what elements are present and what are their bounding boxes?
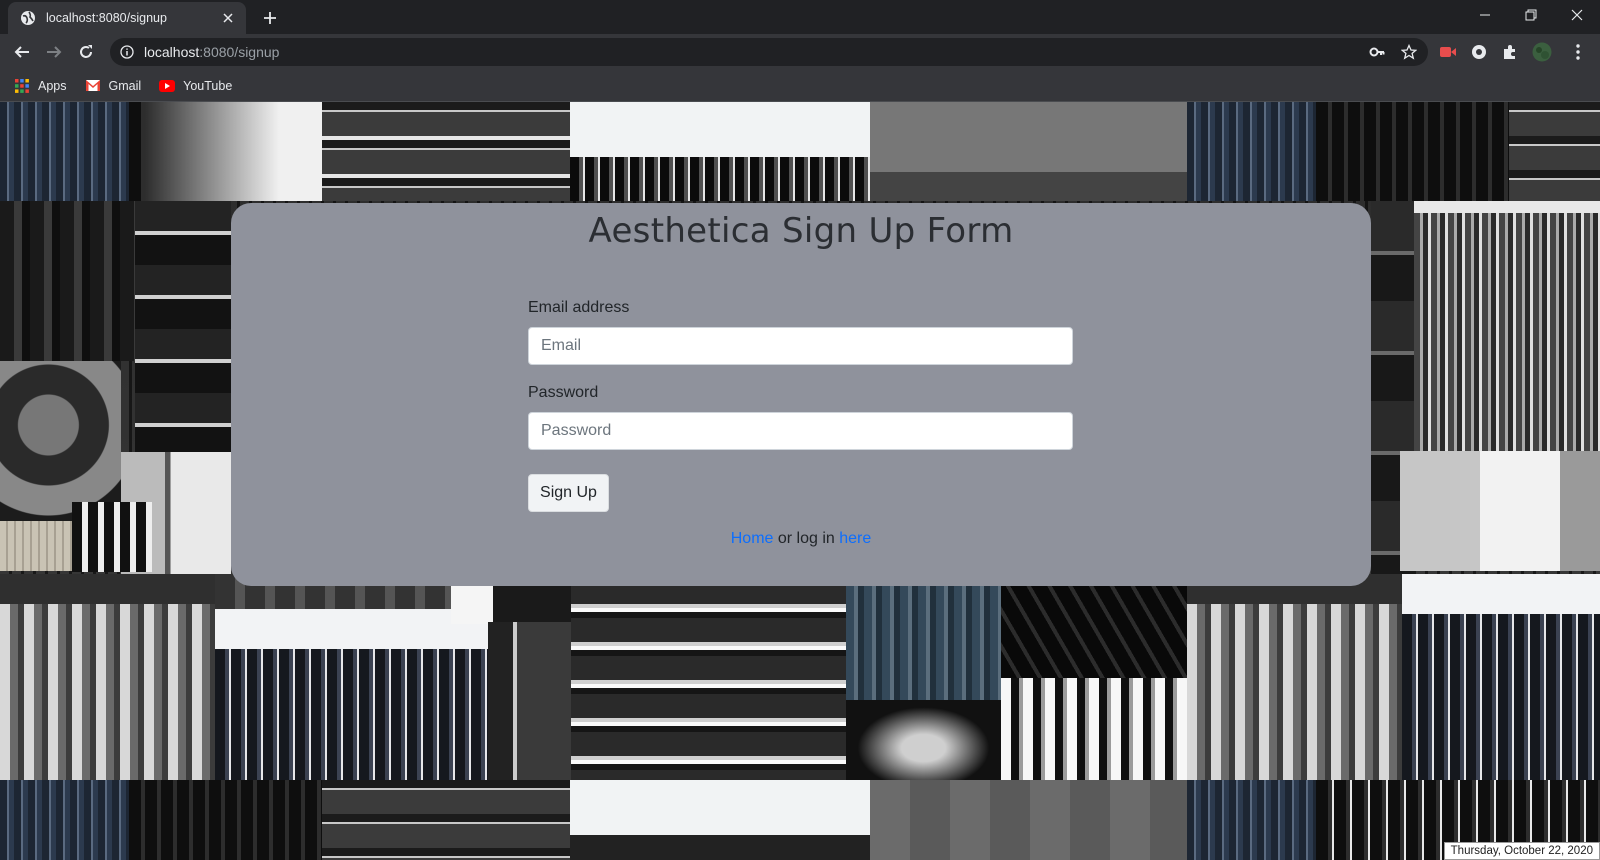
photo-tile xyxy=(1187,780,1316,860)
photo-tile xyxy=(870,102,1187,201)
tab-title: localhost:8080/signup xyxy=(46,11,167,25)
photo-tile xyxy=(129,102,322,201)
url-path: :8080/signup xyxy=(199,44,280,60)
photo-tile xyxy=(0,102,129,201)
photo-tile xyxy=(488,622,571,780)
photo-tile xyxy=(1400,451,1600,571)
bookmark-label: YouTube xyxy=(183,78,233,93)
extension-circle-icon[interactable] xyxy=(1467,40,1491,64)
apps-grid-icon xyxy=(14,78,30,94)
profile-avatar-icon[interactable] xyxy=(1530,40,1554,64)
password-label: Password xyxy=(528,384,599,401)
menu-kebab-icon[interactable] xyxy=(1566,40,1590,64)
minimize-icon[interactable] xyxy=(1462,0,1508,30)
restore-icon[interactable] xyxy=(1508,0,1554,30)
photo-tile xyxy=(0,780,129,860)
signup-card: Aesthetica Sign Up Form Email address Pa… xyxy=(231,203,1371,586)
bookmark-label: Apps xyxy=(38,78,67,93)
photo-tile xyxy=(129,780,322,860)
forward-arrow-icon[interactable] xyxy=(42,40,66,64)
photo-tile xyxy=(1187,574,1402,780)
close-tab-icon[interactable] xyxy=(220,10,236,26)
photo-tile xyxy=(72,502,152,572)
photo-tile xyxy=(1509,102,1600,201)
bookmark-label: Gmail xyxy=(108,78,142,93)
photo-tile xyxy=(1414,201,1600,451)
login-link[interactable]: here xyxy=(839,530,871,547)
browser-tab[interactable]: localhost:8080/signup xyxy=(8,2,246,34)
address-bar[interactable]: localhost:8080/signup xyxy=(110,38,1428,66)
home-link[interactable]: Home xyxy=(731,530,774,547)
photo-tile xyxy=(570,102,870,201)
photo-tile xyxy=(0,521,72,571)
photo-tile xyxy=(1187,102,1316,201)
photo-tile xyxy=(571,574,846,780)
url-host: localhost xyxy=(144,44,200,60)
bookmark-youtube[interactable]: YouTube xyxy=(159,78,232,94)
bookmark-star-icon[interactable] xyxy=(1397,40,1421,64)
photo-tile xyxy=(1001,574,1187,678)
youtube-icon xyxy=(159,78,176,94)
taskbar-date: Thursday, October 22, 2020 xyxy=(1443,842,1600,860)
photo-tile xyxy=(846,700,1001,780)
photo-tile xyxy=(135,201,231,471)
reload-icon[interactable] xyxy=(74,40,98,64)
photo-tile xyxy=(1316,102,1509,201)
photo-tile xyxy=(0,361,121,521)
url-text: localhost:8080/signup xyxy=(144,44,279,60)
key-icon[interactable] xyxy=(1365,40,1389,64)
photo-tile xyxy=(846,574,1001,700)
photo-tile xyxy=(322,780,570,860)
photo-tile xyxy=(215,609,488,780)
footer-text: or log in xyxy=(773,530,840,547)
gmail-icon xyxy=(85,78,101,94)
photo-tile xyxy=(0,574,215,780)
site-info-icon[interactable] xyxy=(120,45,134,59)
photo-tile xyxy=(570,780,870,860)
back-arrow-icon[interactable] xyxy=(10,40,34,64)
photo-tile xyxy=(1001,678,1187,780)
page-viewport: Aesthetica Sign Up Form Email address Pa… xyxy=(0,102,1600,860)
bookmark-apps[interactable]: Apps xyxy=(14,78,67,94)
globe-icon xyxy=(20,10,36,26)
email-field[interactable] xyxy=(528,327,1073,365)
extensions-puzzle-icon[interactable] xyxy=(1498,40,1522,64)
new-tab-button[interactable] xyxy=(258,6,282,30)
page-title: Aesthetica Sign Up Form xyxy=(588,211,1014,251)
tab-strip: localhost:8080/signup xyxy=(0,0,1600,34)
browser-toolbar: localhost:8080/signup xyxy=(0,34,1600,70)
photo-tile xyxy=(322,102,570,201)
photo-tile xyxy=(0,201,135,361)
email-label: Email address xyxy=(528,299,630,316)
password-field[interactable] xyxy=(528,412,1073,450)
close-window-icon[interactable] xyxy=(1554,0,1600,30)
bookmarks-bar: Apps Gmail YouTube xyxy=(0,70,1600,102)
footer-links: Home or log in here xyxy=(231,530,1371,548)
photo-tile xyxy=(1402,574,1600,780)
bookmark-gmail[interactable]: Gmail xyxy=(85,78,142,94)
signup-button[interactable]: Sign Up xyxy=(528,474,609,512)
photo-tile xyxy=(870,780,1187,860)
extension-record-icon[interactable] xyxy=(1436,40,1460,64)
